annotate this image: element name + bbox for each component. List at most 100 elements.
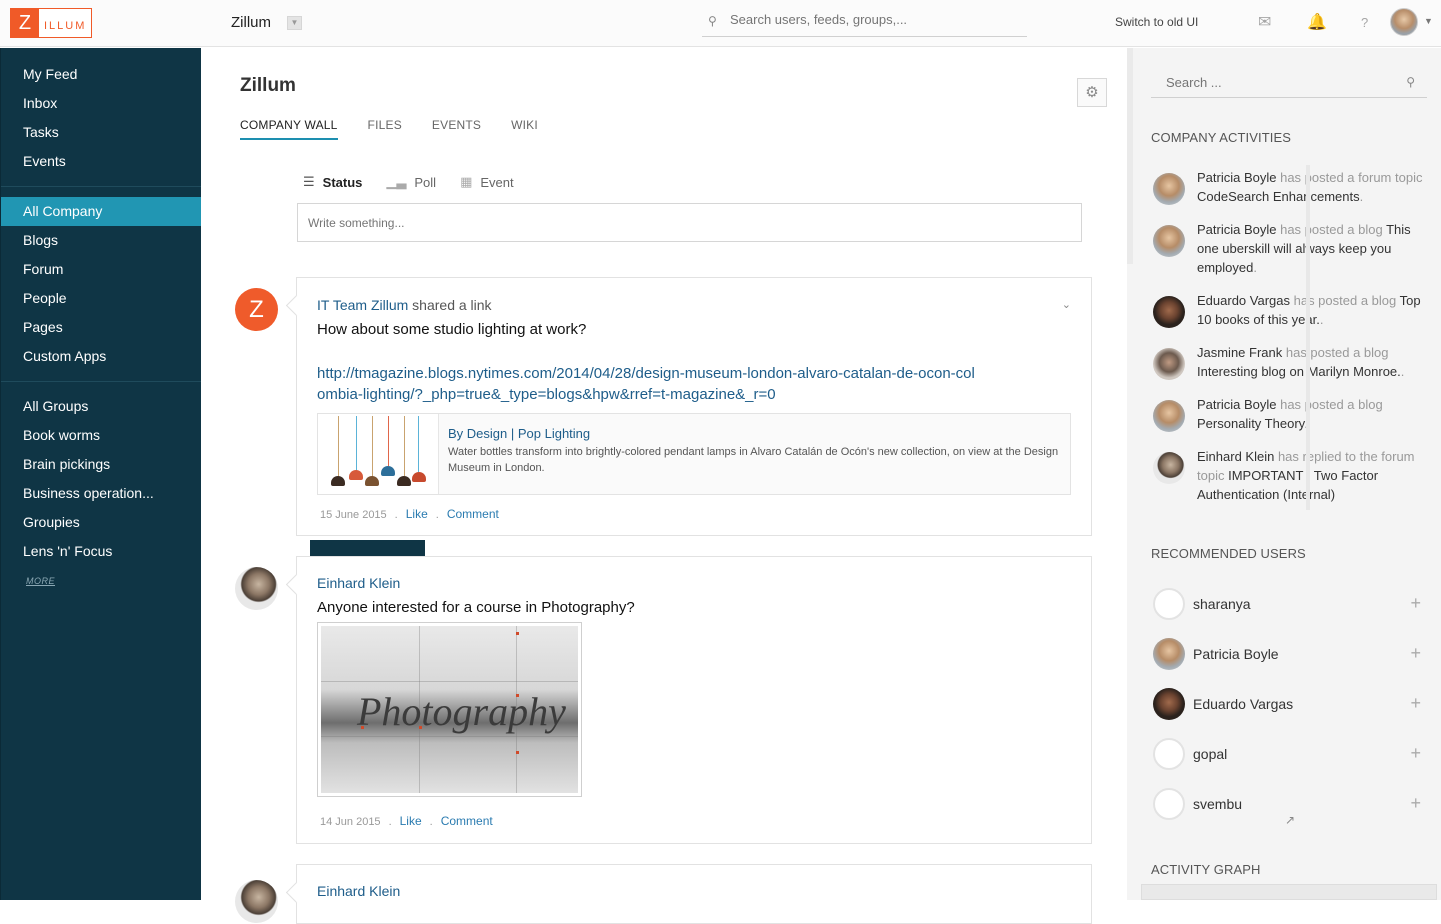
activity-user[interactable]: Patricia Boyle <box>1197 170 1276 185</box>
composer-box[interactable] <box>297 203 1082 242</box>
user-menu-caret-icon[interactable]: ▼ <box>1424 16 1433 26</box>
photo-caption-text: Photography <box>357 689 566 734</box>
add-user-plus-icon[interactable]: + <box>1410 588 1421 618</box>
recommended-user-name[interactable]: gopal <box>1193 746 1227 762</box>
zillum-logo[interactable]: Z ILLUM <box>10 8 92 38</box>
sidebar-item-inbox[interactable]: Inbox <box>1 89 201 118</box>
org-switcher-caret-icon[interactable]: ▼ <box>287 16 302 30</box>
activity-graph-heading: ACTIVITY GRAPH <box>1151 862 1261 877</box>
post-author-avatar[interactable] <box>235 567 278 610</box>
link-preview-title[interactable]: By Design | Pop Lighting <box>448 426 590 441</box>
activity-user[interactable]: Patricia Boyle <box>1197 222 1276 237</box>
activity-user[interactable]: Jasmine Frank <box>1197 345 1282 360</box>
bell-icon[interactable]: 🔔 <box>1307 12 1327 32</box>
org-name[interactable]: Zillum <box>231 14 271 31</box>
link-preview-description: Water bottles transform into brightly-co… <box>448 446 1059 474</box>
tab-files[interactable]: FILES <box>368 118 402 140</box>
activity-user[interactable]: Einhard Klein <box>1197 449 1274 464</box>
post-text: How about some studio lighting at work? <box>317 321 587 338</box>
activity-user[interactable]: Eduardo Vargas <box>1197 293 1290 308</box>
sidebar-item-pages[interactable]: Pages <box>1 313 201 342</box>
post-action-text: shared a link <box>408 297 492 313</box>
activities-scrollbar[interactable] <box>1306 165 1310 510</box>
link-preview-thumbnail <box>318 414 439 494</box>
sidebar-item-book-worms[interactable]: Book worms <box>1 421 201 450</box>
comment-button[interactable]: Comment <box>441 814 493 828</box>
activity-user[interactable]: Patricia Boyle <box>1197 397 1276 412</box>
avatar <box>1153 296 1185 328</box>
activity-object[interactable]: Personality Theory <box>1197 416 1304 431</box>
recommended-user-name[interactable]: sharanya <box>1193 596 1251 612</box>
sidebar-item-all-groups[interactable]: All Groups <box>1 392 201 421</box>
composer-type-poll[interactable]: ▁▃ Poll <box>386 174 436 190</box>
add-user-plus-icon[interactable]: + <box>1410 738 1421 768</box>
post-author-link[interactable]: IT Team Zillum <box>317 297 408 313</box>
recommended-user[interactable]: Patricia Boyle + <box>1151 638 1429 688</box>
sidebar-item-custom-apps[interactable]: Custom Apps <box>1 342 201 371</box>
composer-type-event[interactable]: ▦ Event <box>460 174 514 190</box>
sidebar-more-link[interactable]: MORE <box>1 576 201 586</box>
recommended-user-name[interactable]: svembu <box>1193 796 1242 812</box>
activity-object[interactable]: CodeSearch Enhancements <box>1197 189 1360 204</box>
post-meta: 14 Jun 2015. Like. Comment <box>320 814 493 828</box>
add-user-plus-icon[interactable]: + <box>1410 788 1421 818</box>
sidebar-item-lens-n-focus[interactable]: Lens 'n' Focus <box>1 537 201 566</box>
recommended-user-name[interactable]: Eduardo Vargas <box>1193 696 1293 712</box>
activity-tail: . <box>1359 189 1364 204</box>
page-title: Zillum <box>240 75 296 96</box>
recommended-user-name[interactable]: Patricia Boyle <box>1193 646 1279 662</box>
user-avatar[interactable] <box>1390 8 1418 36</box>
post-author-link[interactable]: Einhard Klein <box>317 883 400 899</box>
composer-input[interactable] <box>298 204 1081 241</box>
activity-item[interactable]: Einhard Klein has replied to the forum t… <box>1151 447 1429 504</box>
sidebar-item-forum[interactable]: Forum <box>1 255 201 284</box>
add-user-plus-icon[interactable]: + <box>1410 688 1421 718</box>
mail-icon[interactable]: ✉ <box>1258 12 1271 32</box>
post-author-avatar[interactable]: Z <box>235 288 278 331</box>
like-button[interactable]: Like <box>406 507 428 521</box>
settings-gear-button[interactable]: ⚙ <box>1077 78 1107 107</box>
sidebar-item-groupies[interactable]: Groupies <box>1 508 201 537</box>
post-author-avatar[interactable] <box>235 880 278 923</box>
global-search[interactable]: ⚲ <box>702 6 1027 37</box>
like-button[interactable]: Like <box>400 814 422 828</box>
sidebar-item-brain-pickings[interactable]: Brain pickings <box>1 450 201 479</box>
sidebar: My Feed Inbox Tasks Events All Company B… <box>0 48 201 900</box>
post-options-chevron-down-icon[interactable]: ⌄ <box>1062 298 1071 311</box>
sidebar-item-people[interactable]: People <box>1 284 201 313</box>
sidebar-item-my-feed[interactable]: My Feed <box>1 60 201 89</box>
external-link-icon[interactable]: ↗ <box>1285 813 1295 827</box>
feed-post: Einhard Klein Anyone interested for a co… <box>296 556 1092 844</box>
comment-button[interactable]: Comment <box>447 507 499 521</box>
add-user-plus-icon[interactable]: + <box>1410 638 1421 668</box>
separator-dot: . <box>388 816 392 828</box>
recommended-user[interactable]: gopal + <box>1151 738 1429 788</box>
tab-wiki[interactable]: WIKI <box>511 118 538 140</box>
avatar <box>1153 738 1185 770</box>
recommended-user[interactable]: Eduardo Vargas + <box>1151 688 1429 738</box>
activity-item[interactable]: Jasmine Frank has posted a blog Interest… <box>1151 343 1429 381</box>
post-author-link[interactable]: Einhard Klein <box>317 575 400 591</box>
right-panel-search-input[interactable] <box>1166 75 1396 90</box>
sidebar-item-blogs[interactable]: Blogs <box>1 226 201 255</box>
switch-to-old-ui-link[interactable]: Switch to old UI <box>1115 15 1198 29</box>
link-preview-card[interactable]: By Design | Pop Lighting Water bottles t… <box>317 413 1071 495</box>
right-panel-search[interactable]: ⚲ <box>1151 68 1427 98</box>
composer-type-status[interactable]: ☰ Status <box>303 174 362 190</box>
sidebar-item-events[interactable]: Events <box>1 147 201 176</box>
activity-item[interactable]: Patricia Boyle has posted a forum topic … <box>1151 168 1429 206</box>
recommended-user[interactable]: sharanya + <box>1151 588 1429 638</box>
sidebar-item-tasks[interactable]: Tasks <box>1 118 201 147</box>
activity-object[interactable]: Interesting blog on Marilyn Monroe. <box>1197 364 1401 379</box>
help-icon[interactable]: ? <box>1361 15 1368 30</box>
global-search-input[interactable] <box>730 12 1020 27</box>
sidebar-item-all-company[interactable]: All Company <box>1 197 201 226</box>
tab-company-wall[interactable]: COMPANY WALL <box>240 118 338 140</box>
activity-item[interactable]: Patricia Boyle has posted a blog Persona… <box>1151 395 1429 433</box>
activity-item[interactable]: Patricia Boyle has posted a blog This on… <box>1151 220 1429 277</box>
post-shared-url[interactable]: http://tmagazine.blogs.nytimes.com/2014/… <box>317 363 977 405</box>
sidebar-item-business-operation[interactable]: Business operation... <box>1 479 201 508</box>
post-image[interactable]: Photography <box>317 622 582 797</box>
tab-events[interactable]: EVENTS <box>432 118 481 140</box>
activity-item[interactable]: Eduardo Vargas has posted a blog Top 10 … <box>1151 291 1429 329</box>
